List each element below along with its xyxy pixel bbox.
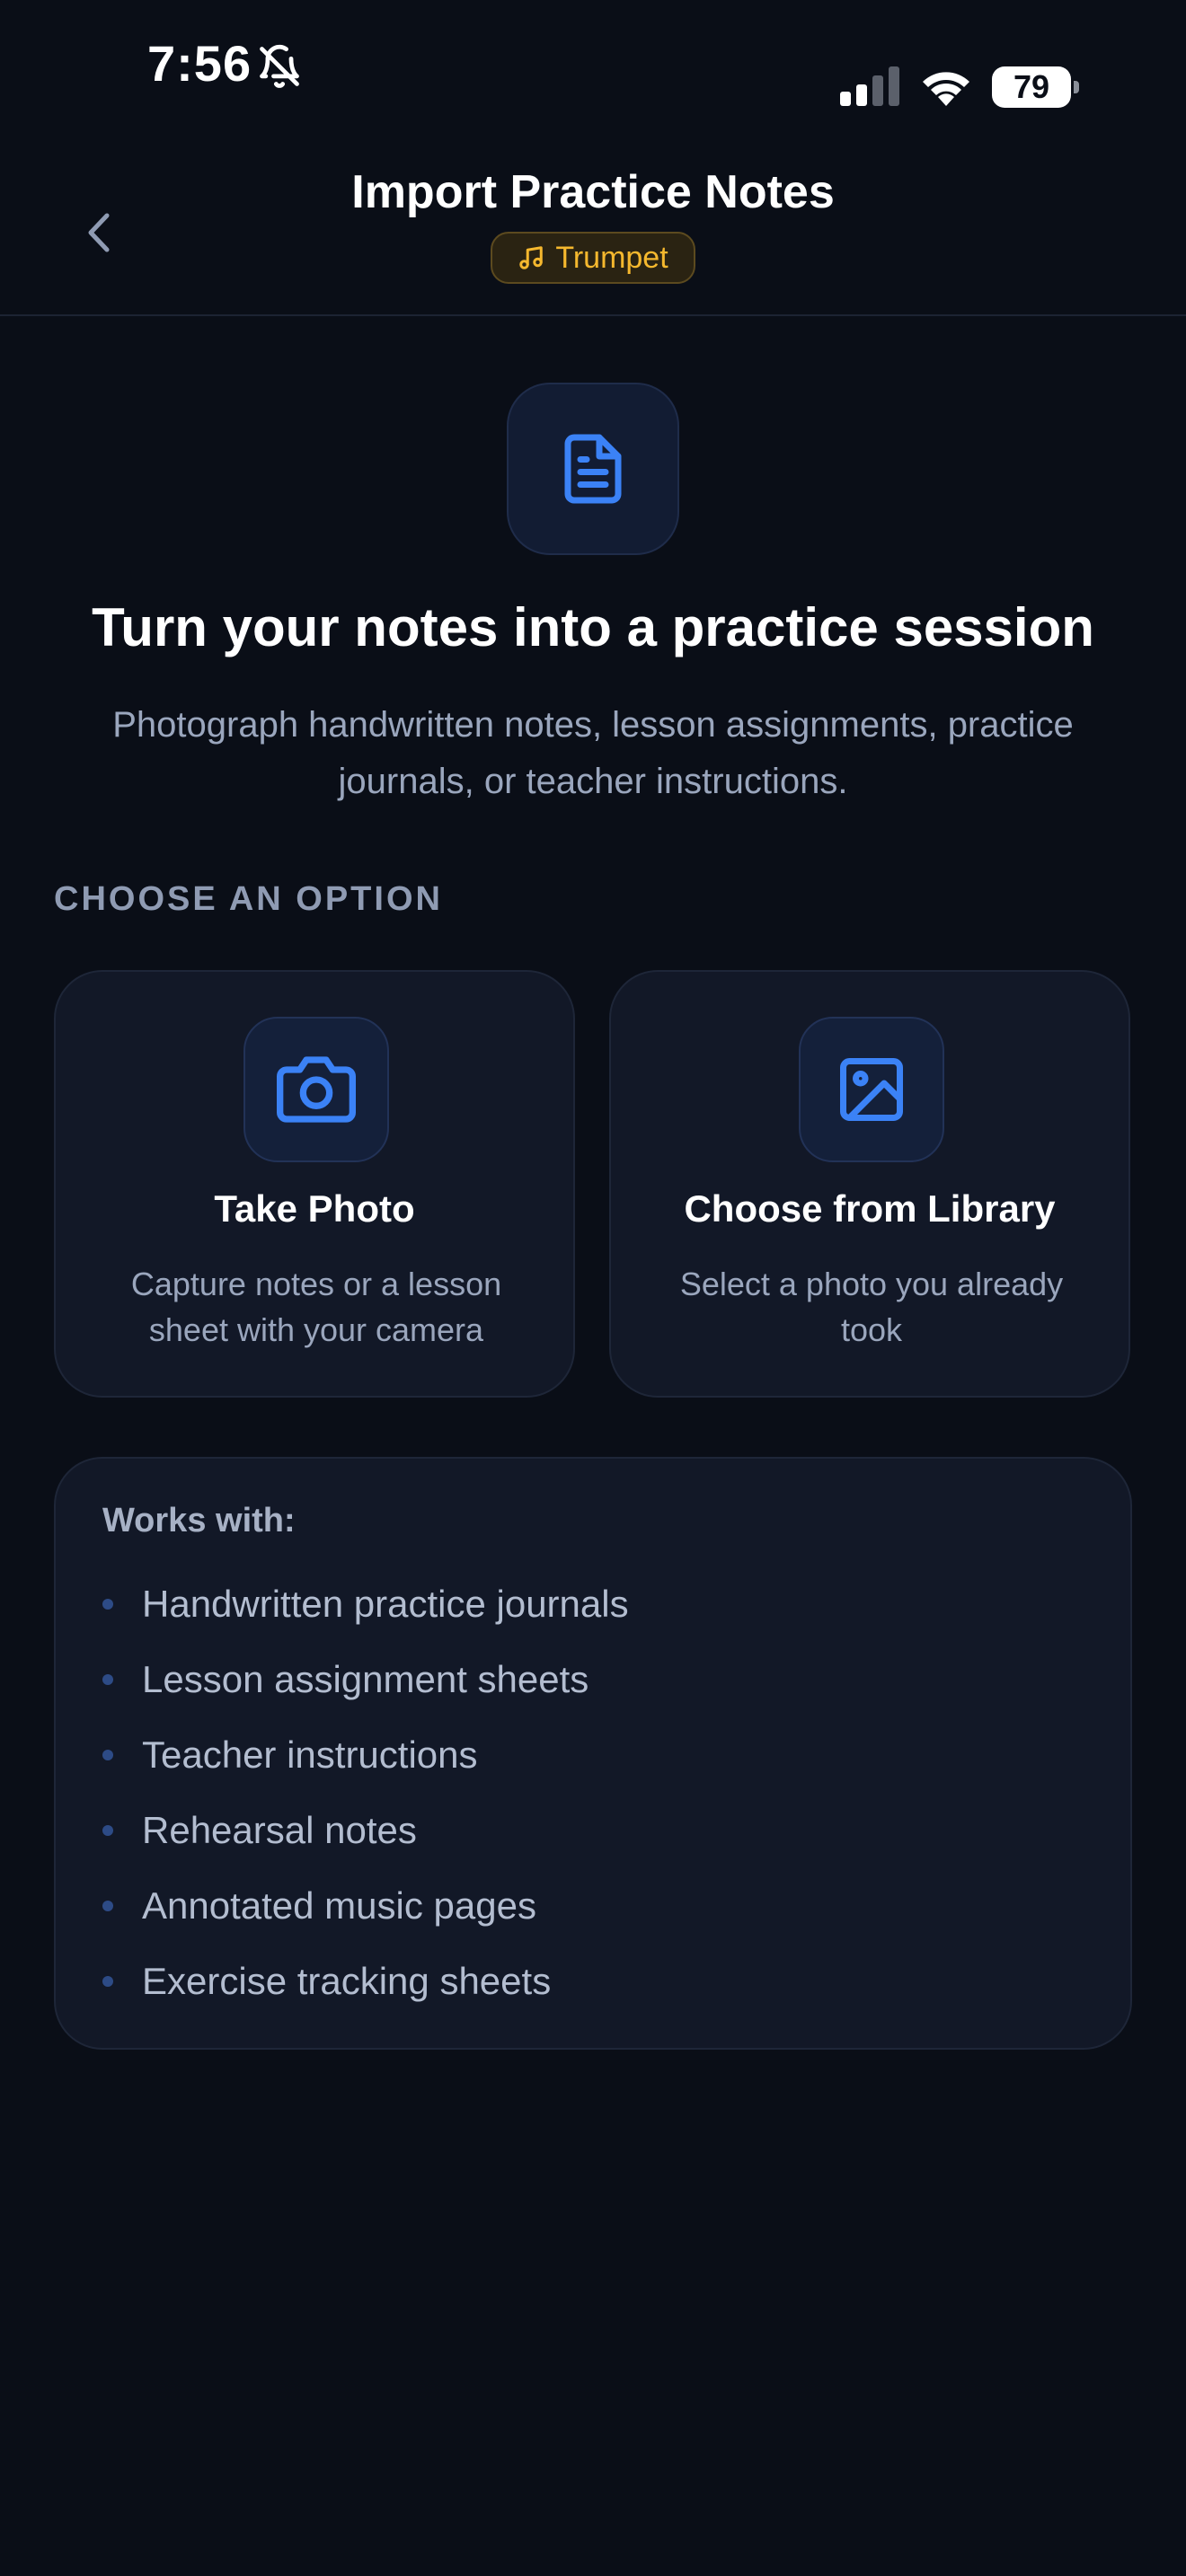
battery-indicator: 79 <box>992 66 1079 108</box>
hero-icon-container <box>507 383 679 555</box>
document-icon <box>564 434 622 504</box>
bullet-icon <box>102 1750 113 1760</box>
list-item-label: Exercise tracking sheets <box>142 1960 552 2002</box>
bullet-icon <box>102 1976 113 1987</box>
bullet-icon <box>102 1599 113 1610</box>
import-practice-notes-screen: 7:56 79 Import Practice Notes Trumpet Tu… <box>0 0 1186 2576</box>
hero-title: Turn your notes into a practice session <box>92 597 1094 657</box>
list-item: Rehearsal notes <box>102 1793 1091 1868</box>
library-description: Select a photo you already took <box>679 1266 1064 1348</box>
list-item-label: Rehearsal notes <box>142 1809 417 1851</box>
choose-from-library-card[interactable]: Choose from Library Select a photo you a… <box>609 970 1130 1398</box>
works-with-title: Works with: <box>102 1502 296 1539</box>
instrument-badge: Trumpet <box>491 232 695 284</box>
list-item: Annotated music pages <box>102 1868 1091 1944</box>
list-item-label: Handwritten practice journals <box>142 1583 629 1625</box>
library-title: Choose from Library <box>684 1187 1056 1230</box>
take-photo-title: Take Photo <box>214 1187 415 1230</box>
battery-level: 79 <box>1013 68 1050 105</box>
take-photo-card[interactable]: Take Photo Capture notes or a lesson she… <box>54 970 575 1398</box>
list-item: Handwritten practice journals <box>102 1566 1091 1642</box>
bullet-icon <box>102 1674 113 1685</box>
camera-icon <box>277 1056 356 1123</box>
page-title: Import Practice Notes <box>351 166 835 218</box>
list-item-label: Lesson assignment sheets <box>142 1658 589 1700</box>
list-item-label: Teacher instructions <box>142 1734 478 1776</box>
instrument-label: Trumpet <box>555 240 668 275</box>
image-icon-container <box>799 1017 944 1162</box>
cellular-signal-icon <box>840 66 899 106</box>
status-bar: 7:56 79 <box>0 0 1186 135</box>
bullet-icon <box>102 1901 113 1911</box>
nav-header: Import Practice Notes Trumpet <box>0 153 1186 316</box>
image-icon <box>840 1058 903 1121</box>
status-time: 7:56 <box>147 35 252 92</box>
list-item: Exercise tracking sheets <box>102 1944 1091 2019</box>
list-item-label: Annotated music pages <box>142 1884 536 1927</box>
wifi-icon <box>923 72 969 106</box>
works-with-card: Works with: Handwritten practice journal… <box>54 1457 1132 2050</box>
section-label: CHOOSE AN OPTION <box>54 880 443 918</box>
list-item: Teacher instructions <box>102 1717 1091 1793</box>
bell-off-icon <box>260 44 299 88</box>
camera-icon-container <box>243 1017 389 1162</box>
works-with-list: Handwritten practice journals Lesson ass… <box>102 1566 1091 2019</box>
bullet-icon <box>102 1825 113 1836</box>
take-photo-description: Capture notes or a lesson sheet with you… <box>130 1266 502 1348</box>
music-note-icon <box>519 246 544 269</box>
hero-subtitle: Photograph handwritten notes, lesson ass… <box>112 705 1074 801</box>
list-item: Lesson assignment sheets <box>102 1642 1091 1717</box>
